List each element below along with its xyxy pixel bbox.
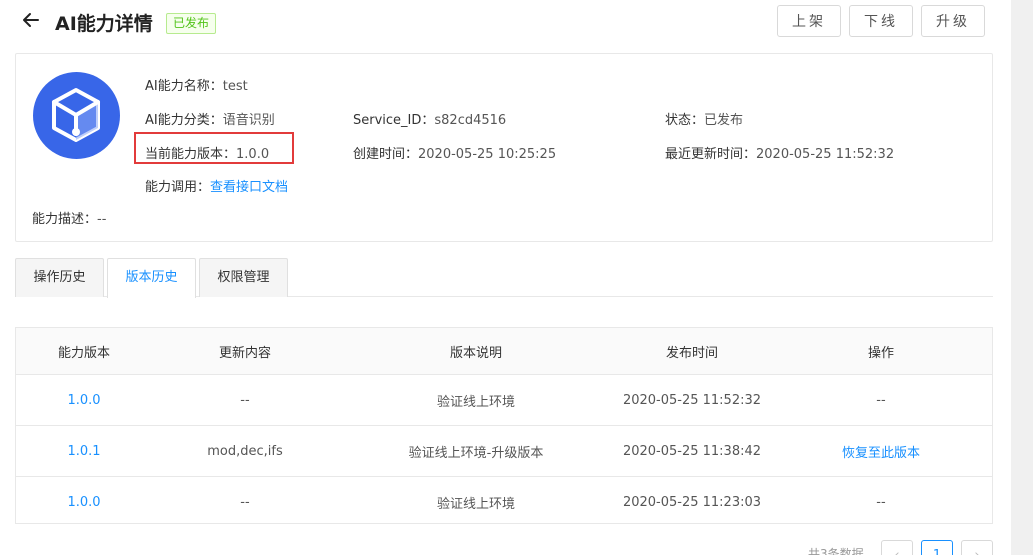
update-content: -- bbox=[240, 495, 250, 510]
ability-logo bbox=[33, 72, 120, 159]
update-content: -- bbox=[240, 392, 250, 408]
unpublish-button[interactable]: 下线 bbox=[849, 5, 913, 37]
page-header: AI能力详情 已发布 上架 下线 升级 bbox=[0, 0, 1010, 44]
vertical-scrollbar[interactable] bbox=[1011, 0, 1033, 555]
release-time: 2020-05-25 11:23:03 bbox=[622, 495, 762, 510]
restore-version-link[interactable]: 恢复至此版本 bbox=[770, 426, 992, 476]
table-row: 1.0.1 mod,dec,ifs 验证线上环境-升级版本 2020-05-25… bbox=[16, 426, 992, 477]
table-row: 1.0.0 -- 验证线上环境 2020-05-25 11:52:32 -- bbox=[16, 375, 992, 426]
current-version: 当前能力版本：1.0.0 bbox=[145, 147, 270, 162]
tab-operation-history[interactable]: 操作历史 bbox=[15, 258, 104, 297]
column-header: 发布时间 bbox=[665, 345, 718, 361]
service-id: Service_ID：s82cd4516 bbox=[353, 113, 507, 128]
column-header: 能力版本 bbox=[57, 345, 110, 361]
column-header: 更新内容 bbox=[218, 345, 271, 361]
cube-icon bbox=[52, 88, 100, 142]
publish-button[interactable]: 上架 bbox=[777, 5, 841, 37]
api-doc-link[interactable]: 查看接口文档 bbox=[210, 180, 288, 195]
column-header: 版本说明 bbox=[449, 345, 502, 361]
page-title: AI能力详情 bbox=[55, 13, 153, 35]
created-time: 创建时间：2020-05-25 10:25:25 bbox=[353, 147, 557, 162]
pagination: 共3条数据 ‹ 1 › bbox=[0, 540, 1033, 555]
detail-tabs: 操作历史 版本历史 权限管理 bbox=[15, 258, 993, 298]
version-history-table: 能力版本 更新内容 版本说明 发布时间 操作 1.0.0 -- 验证线上环境 2… bbox=[15, 327, 993, 524]
updated-time: 最近更新时间：2020-05-25 11:52:32 bbox=[665, 147, 895, 162]
ability-name: AI能力名称：test bbox=[145, 79, 248, 94]
ability-description: 能力描述：-- bbox=[32, 212, 107, 227]
version-link[interactable]: 1.0.1 bbox=[16, 426, 152, 476]
tab-version-history[interactable]: 版本历史 bbox=[107, 258, 196, 298]
back-arrow-icon[interactable] bbox=[22, 10, 40, 30]
status-badge: 已发布 bbox=[166, 13, 217, 34]
ability-status: 状态：已发布 bbox=[665, 113, 744, 128]
row-action: -- bbox=[876, 392, 886, 408]
total-count: 共3条数据 bbox=[808, 547, 864, 555]
version-note: 验证线上环境 bbox=[436, 394, 515, 410]
ability-invoke: 能力调用：查看接口文档 bbox=[145, 180, 289, 195]
version-note: 验证线上环境-升级版本 bbox=[408, 445, 544, 461]
tab-permission-management[interactable]: 权限管理 bbox=[199, 258, 288, 297]
table-row: 1.0.0 -- 验证线上环境 2020-05-25 11:23:03 -- bbox=[16, 477, 992, 528]
version-link[interactable]: 1.0.0 bbox=[16, 477, 152, 528]
update-content: mod,dec,ifs bbox=[207, 443, 283, 459]
column-header: 操作 bbox=[867, 345, 894, 361]
next-page-button[interactable]: › bbox=[961, 540, 993, 555]
release-time: 2020-05-25 11:38:42 bbox=[622, 443, 762, 459]
ability-info-card: AI能力名称：test AI能力分类：语音识别 Service_ID：s82cd… bbox=[15, 53, 993, 242]
release-time: 2020-05-25 11:52:32 bbox=[622, 392, 762, 408]
prev-page-button[interactable]: ‹ bbox=[881, 540, 913, 555]
ability-category: AI能力分类：语音识别 bbox=[145, 113, 275, 128]
upgrade-button[interactable]: 升级 bbox=[921, 5, 985, 37]
page-number-button[interactable]: 1 bbox=[921, 540, 953, 555]
table-header: 能力版本 更新内容 版本说明 发布时间 操作 bbox=[16, 328, 992, 375]
version-note: 验证线上环境 bbox=[436, 497, 515, 512]
row-action: -- bbox=[876, 495, 886, 510]
version-link[interactable]: 1.0.0 bbox=[16, 375, 152, 425]
